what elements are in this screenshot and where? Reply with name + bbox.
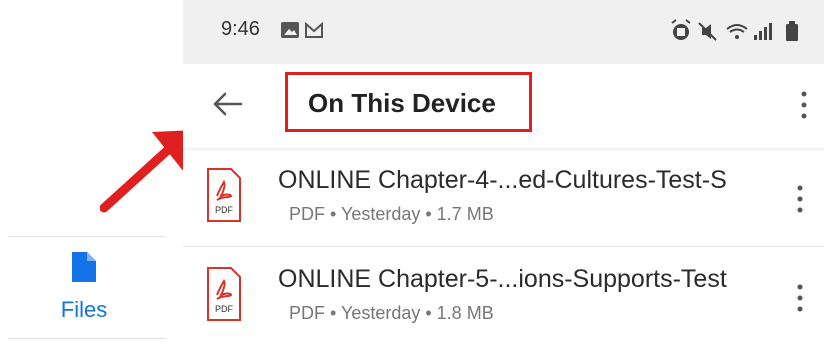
svg-text:PDF: PDF (215, 205, 234, 215)
mute-icon (698, 22, 717, 41)
image-icon (281, 22, 299, 38)
divider (8, 236, 166, 237)
svg-text:PDF: PDF (215, 304, 234, 314)
file-icon (72, 252, 96, 282)
title-highlight-box: On This Device (285, 72, 532, 132)
files-tab[interactable]: Files (56, 252, 112, 324)
page-title: On This Device (308, 88, 496, 118)
alarm-icon (671, 19, 691, 40)
phone-screen: 9:46 On This Device PDF ONLINE Chapter-4… (183, 0, 824, 342)
status-bar: 9:46 (183, 0, 824, 64)
more-vertical-icon[interactable] (794, 184, 806, 214)
file-name: ONLINE Chapter-4-...ed-Cultures-Test-S (278, 166, 727, 194)
file-name: ONLINE Chapter-5-...ions-Supports-Test (278, 265, 727, 293)
more-vertical-icon[interactable] (798, 90, 810, 120)
wifi-icon (726, 24, 748, 39)
list-item[interactable]: PDF ONLINE Chapter-4-...ed-Cultures-Test… (183, 148, 824, 246)
pdf-file-icon: PDF (207, 168, 241, 222)
battery-icon (786, 21, 798, 41)
status-right-icons (671, 19, 798, 41)
divider (8, 338, 166, 339)
file-list: PDF ONLINE Chapter-4-...ed-Cultures-Test… (183, 148, 824, 345)
back-arrow-icon[interactable] (209, 86, 245, 122)
list-item[interactable]: PDF ONLINE Chapter-5-...ions-Supports-Te… (183, 246, 824, 345)
app-bar: On This Device (183, 64, 824, 148)
file-meta: PDF • Yesterday • 1.7 MB (289, 204, 494, 224)
gmail-icon (305, 21, 323, 38)
file-meta: PDF • Yesterday • 1.8 MB (289, 303, 494, 323)
files-tab-label: Files (60, 297, 108, 322)
pdf-file-icon: PDF (207, 267, 241, 321)
signal-icon (754, 23, 772, 40)
status-time: 9:46 (221, 18, 260, 40)
more-vertical-icon[interactable] (794, 283, 806, 313)
status-left-icons (281, 21, 323, 38)
